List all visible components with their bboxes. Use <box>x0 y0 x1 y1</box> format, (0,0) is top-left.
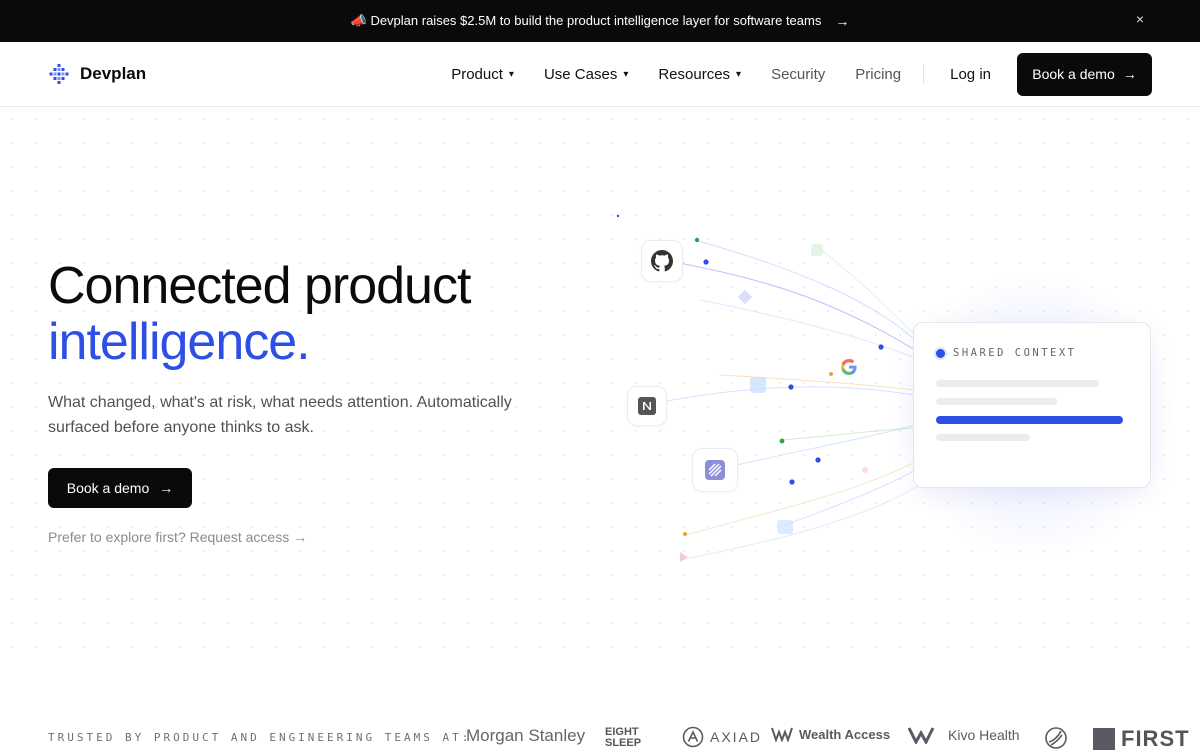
hero-subtitle: What changed, what's at risk, what needs… <box>48 394 512 436</box>
logo-text: EIGHT SLEEP <box>605 726 642 749</box>
google-icon <box>839 357 859 382</box>
button-label: Book a demo <box>66 480 150 496</box>
status-dot-icon <box>936 348 945 358</box>
highlight-line <box>936 416 1123 424</box>
nav-links: Product ▾ Use Cases ▾ Resources ▾ Securi… <box>421 42 1152 106</box>
announcement-link[interactable]: 📣 Devplan raises $2.5M to build the prod… <box>351 13 850 29</box>
top-nav: Devplan Product ▾ Use Cases ▾ Resources … <box>0 42 1200 107</box>
nav-label: Security <box>771 65 826 83</box>
request-access-link[interactable]: Prefer to explore first? Request access … <box>48 529 307 545</box>
github-icon <box>641 240 683 282</box>
logo-text: FIRST <box>1121 726 1190 750</box>
axiad-mark-icon <box>682 726 704 748</box>
card-label: SHARED CONTEXT <box>953 347 1077 359</box>
close-icon[interactable]: × <box>1136 11 1144 27</box>
logo-text: AXIAD <box>710 729 763 745</box>
trusted-label: TRUSTED BY PRODUCT AND ENGINEERING TEAMS… <box>48 731 472 744</box>
wealth-access-mark-icon <box>771 727 793 742</box>
logo-kivo-health: Kivo Health <box>908 726 1020 744</box>
logo-wealth-access: Wealth Access <box>771 726 890 742</box>
book-demo-button[interactable]: Book a demo → <box>1017 52 1152 96</box>
hero-title-accent: intelligence. <box>48 313 311 371</box>
chevron-down-icon: ▾ <box>736 68 742 80</box>
notion-icon <box>627 386 667 426</box>
linear-icon <box>692 448 738 492</box>
first-mark-icon <box>1093 728 1115 750</box>
logo-eight-sleep: EIGHT SLEEP <box>605 727 657 749</box>
nav-divider <box>923 64 925 84</box>
logo-text: Wealth Access <box>799 726 891 742</box>
shared-context-card: SHARED CONTEXT <box>913 322 1151 488</box>
nav-label: Product <box>451 65 503 83</box>
card-header: SHARED CONTEXT <box>936 347 1077 359</box>
nav-use-cases[interactable]: Use Cases ▾ <box>544 66 628 83</box>
arrow-right-icon: → <box>159 480 174 496</box>
hero-title: Connected product intelligence. <box>48 257 471 371</box>
hero-book-demo-button[interactable]: Book a demo → <box>48 468 192 508</box>
kivo-mark-icon <box>908 727 935 744</box>
logo-first: FIRST <box>1093 726 1190 750</box>
logo-text: Morgan Stanley <box>466 726 586 745</box>
nav-resources[interactable]: Resources ▾ <box>658 66 741 83</box>
announcement-text: 📣 Devplan raises $2.5M to build the prod… <box>350 13 822 28</box>
nav-security[interactable]: Security <box>771 66 825 83</box>
nav-label: Resources <box>658 65 731 83</box>
arrow-right-icon: → <box>835 13 850 29</box>
swirl-mark-icon <box>1045 727 1067 749</box>
button-label: Book a demo <box>1032 66 1115 82</box>
brand-logo[interactable]: Devplan <box>48 63 146 85</box>
nav-pricing[interactable]: Pricing <box>855 66 901 83</box>
announcement-bar: 📣 Devplan raises $2.5M to build the prod… <box>0 0 1200 42</box>
chevron-down-icon: ▾ <box>623 68 629 80</box>
skeleton-line <box>936 398 1057 405</box>
logo-morgan-stanley: Morgan Stanley <box>466 726 585 746</box>
brand-name: Devplan <box>80 64 147 83</box>
login-link[interactable]: Log in <box>950 66 991 83</box>
nav-label: Pricing <box>855 65 902 83</box>
nav-product[interactable]: Product ▾ <box>451 66 514 83</box>
logo-text: Kivo Health <box>948 727 1020 743</box>
skeleton-line <box>936 380 1099 387</box>
arrow-right-icon: → <box>1122 66 1137 82</box>
logo-swirl <box>1044 726 1068 750</box>
devplan-logo-icon <box>49 64 69 84</box>
skeleton-line <box>936 434 1030 441</box>
nav-label: Use Cases <box>543 65 618 83</box>
logo-axiad: AXIAD <box>682 726 762 748</box>
chevron-down-icon: ▾ <box>508 68 514 80</box>
hero-title-line1: Connected product <box>48 257 471 315</box>
